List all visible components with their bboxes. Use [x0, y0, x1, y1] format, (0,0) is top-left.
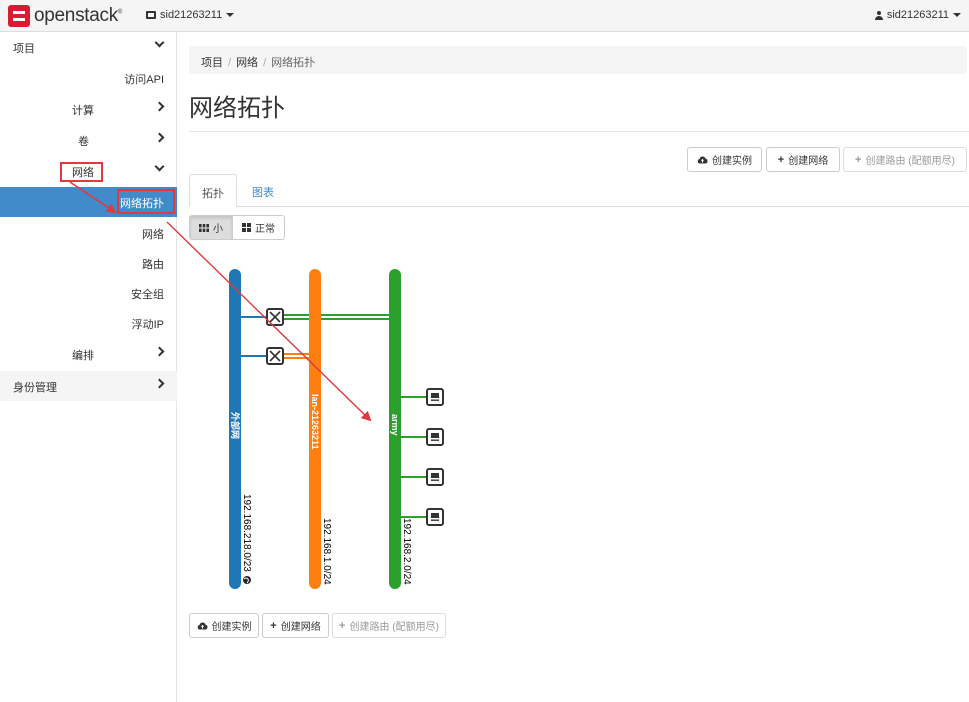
- plus-icon: +: [270, 619, 277, 632]
- network-name-lan: lan-21263211: [310, 394, 320, 450]
- network-cidr-lan: 192.168.1.0/24: [321, 518, 332, 585]
- plus-icon: +: [339, 619, 346, 632]
- create-network-button-bottom[interactable]: + 创建网络: [262, 613, 329, 638]
- create-router-label: 创建路由 (配额用尽): [349, 622, 439, 633]
- server-icon[interactable]: [426, 388, 444, 406]
- router-icon[interactable]: [266, 308, 284, 326]
- create-instance-button-bottom[interactable]: 创建实例: [189, 613, 259, 638]
- create-router-button-bottom[interactable]: + 创建路由 (配额用尽): [332, 613, 446, 638]
- create-network-label: 创建网络: [280, 622, 321, 633]
- network-cidr-army: 192.168.2.0/24: [401, 518, 412, 585]
- create-instance-label: 创建实例: [211, 622, 252, 633]
- server-icon[interactable]: [426, 508, 444, 526]
- network-topology-canvas: 外部网 lan-21263211 army 192.168.218.0/23 1…: [229, 269, 444, 589]
- cloud-upload-icon: [197, 622, 208, 630]
- network-name-external: 外部网: [230, 411, 241, 439]
- server-icon[interactable]: [426, 468, 444, 486]
- server-icon[interactable]: [426, 428, 444, 446]
- globe-icon: [243, 576, 251, 584]
- router-icon[interactable]: [266, 347, 284, 365]
- network-cidr-external: 192.168.218.0/23: [241, 494, 252, 572]
- network-name-army: army: [390, 414, 400, 436]
